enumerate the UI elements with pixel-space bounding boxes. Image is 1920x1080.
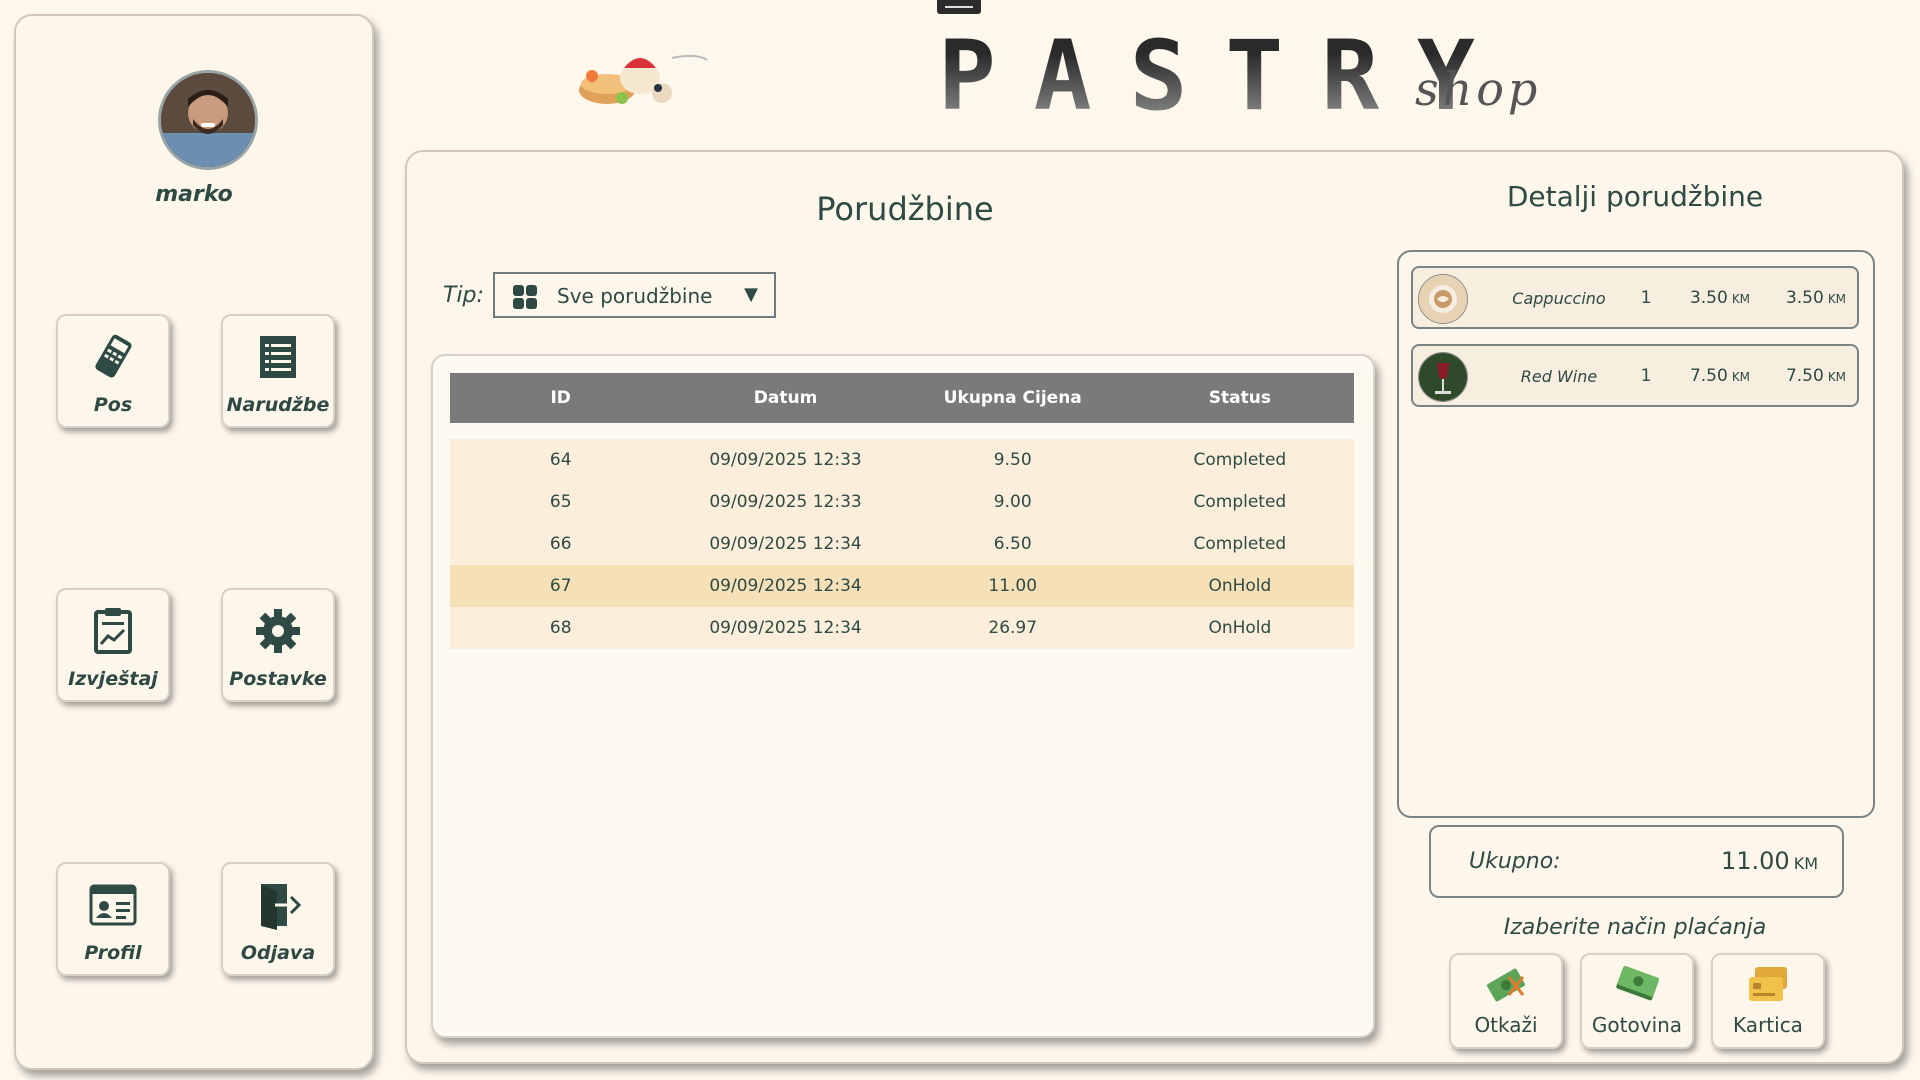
window-handle[interactable] [937,0,981,14]
table-row[interactable]: 65 09/09/2025 12:33 9.00 Completed [450,481,1354,523]
avatar [158,70,258,170]
cell-id: 66 [450,523,672,565]
cell-status: Completed [1125,481,1354,523]
nav-profile-button[interactable]: Profil [56,862,170,976]
cancel-label: Otkaži [1474,1013,1538,1037]
orders-title: Porudžbine [816,190,994,228]
pastry-logo-image [579,54,708,104]
cell-total: 9.00 [899,481,1126,523]
filter-label: Tip: [443,283,484,308]
cell-id: 65 [450,481,672,523]
table-row[interactable]: 66 09/09/2025 12:34 6.50 Completed [450,523,1354,565]
list-icon [260,336,296,378]
table-row-selected[interactable]: 67 09/09/2025 12:34 11.00 OnHold [450,565,1354,607]
nav-settings-button[interactable]: Postavke [221,588,335,702]
chevron-down-icon: ▼ [744,284,758,305]
username: marko [155,182,233,207]
cell-status: OnHold [1125,607,1354,649]
nav-pos-button[interactable]: Pos [56,314,170,428]
red-wine-thumbnail [1418,352,1468,402]
cell-date: 09/09/2025 12:34 [671,607,900,649]
orders-table-container: ID Datum Ukupna Cijena Status 64 09/09/2… [431,354,1375,1038]
total-value: 11.00 KM [1720,847,1818,875]
item-name: Cappuccino [1512,289,1606,308]
cash-button[interactable]: Gotovina [1580,953,1694,1049]
cancel-button[interactable]: Otkaži [1449,953,1563,1049]
item-total: 7.50 KM [1785,366,1847,386]
cash-label: Gotovina [1591,1013,1683,1037]
payment-title: Izaberite način plaćanja [1503,915,1767,940]
item-price: 3.50 KM [1689,288,1751,308]
cell-id: 68 [450,607,672,649]
cell-total: 6.50 [899,523,1126,565]
nav-orders-label: Narudžbe [226,394,330,416]
cappuccino-thumbnail [1418,274,1468,324]
id-card-icon [89,884,137,926]
nav-logout-button[interactable]: Odjava [221,862,335,976]
card-terminal-icon [95,334,132,378]
table-row[interactable]: 64 09/09/2025 12:33 9.50 Completed [450,439,1354,481]
total-label: Ukupno: [1469,849,1561,874]
card-button[interactable]: Kartica [1711,953,1825,1049]
card-label: Kartica [1733,1013,1803,1037]
nav-report-label: Izvještaj [68,668,158,690]
dropdown-value: Sve porudžbine [557,284,713,308]
cell-total: 9.50 [899,439,1126,481]
cell-status: OnHold [1125,565,1354,607]
cell-id: 64 [450,439,672,481]
cell-status: Completed [1125,439,1354,481]
order-item-card[interactable]: Cappuccino 1 3.50 KM 3.50 KM [1411,266,1859,329]
credit-card-icon [1749,967,1787,1001]
column-header-id[interactable]: ID [450,373,672,423]
column-header-total[interactable]: Ukupna Cijena [899,373,1126,423]
cell-total: 26.97 [899,607,1126,649]
nav-logout-label: Odjava [240,942,316,964]
nav-report-button[interactable]: Izvještaj [56,588,170,702]
cash-icon [1616,965,1660,1001]
item-qty: 1 [1640,288,1652,308]
item-qty: 1 [1640,366,1652,386]
cell-status: Completed [1125,523,1354,565]
column-header-status[interactable]: Status [1125,373,1354,423]
nav-pos-label: Pos [93,394,133,416]
orders-table: ID Datum Ukupna Cijena Status 64 09/09/2… [450,373,1354,649]
sidebar: marko Pos Narudžbe Izvještaj Postavke Pr… [14,14,374,1070]
brand-subtitle: shop [1415,62,1542,116]
details-title: Detalji porudžbine [1506,180,1764,213]
cell-date: 09/09/2025 12:33 [671,481,900,523]
item-name: Red Wine [1520,367,1598,386]
item-total: 3.50 KM [1785,288,1847,308]
order-type-dropdown[interactable]: Sve porudžbine ▼ [493,272,776,318]
order-item-card[interactable]: Red Wine 1 7.50 KM 7.50 KM [1411,344,1859,407]
nav-orders-button[interactable]: Narudžbe [221,314,335,428]
table-row[interactable]: 68 09/09/2025 12:34 26.97 OnHold [450,607,1354,649]
table-header-row: ID Datum Ukupna Cijena Status [450,373,1354,423]
cell-date: 09/09/2025 12:33 [671,439,900,481]
logout-icon [261,884,302,930]
report-clipboard-icon [94,608,132,654]
order-total-box: Ukupno: 11.00 KM [1429,825,1844,898]
item-price: 7.50 KM [1689,366,1751,386]
cell-id: 67 [450,565,672,607]
column-header-date[interactable]: Datum [671,373,900,423]
order-details-list: Cappuccino 1 3.50 KM 3.50 KM Red Wine 1 7.… [1397,250,1875,818]
cell-total: 11.00 [899,565,1126,607]
gear-icon [256,609,300,653]
cell-date: 09/09/2025 12:34 [671,565,900,607]
nav-profile-label: Profil [84,942,142,964]
cell-date: 09/09/2025 12:34 [671,523,900,565]
grid-icon [513,285,537,309]
cancel-money-icon [1487,968,1525,1002]
nav-settings-label: Postavke [229,668,327,690]
